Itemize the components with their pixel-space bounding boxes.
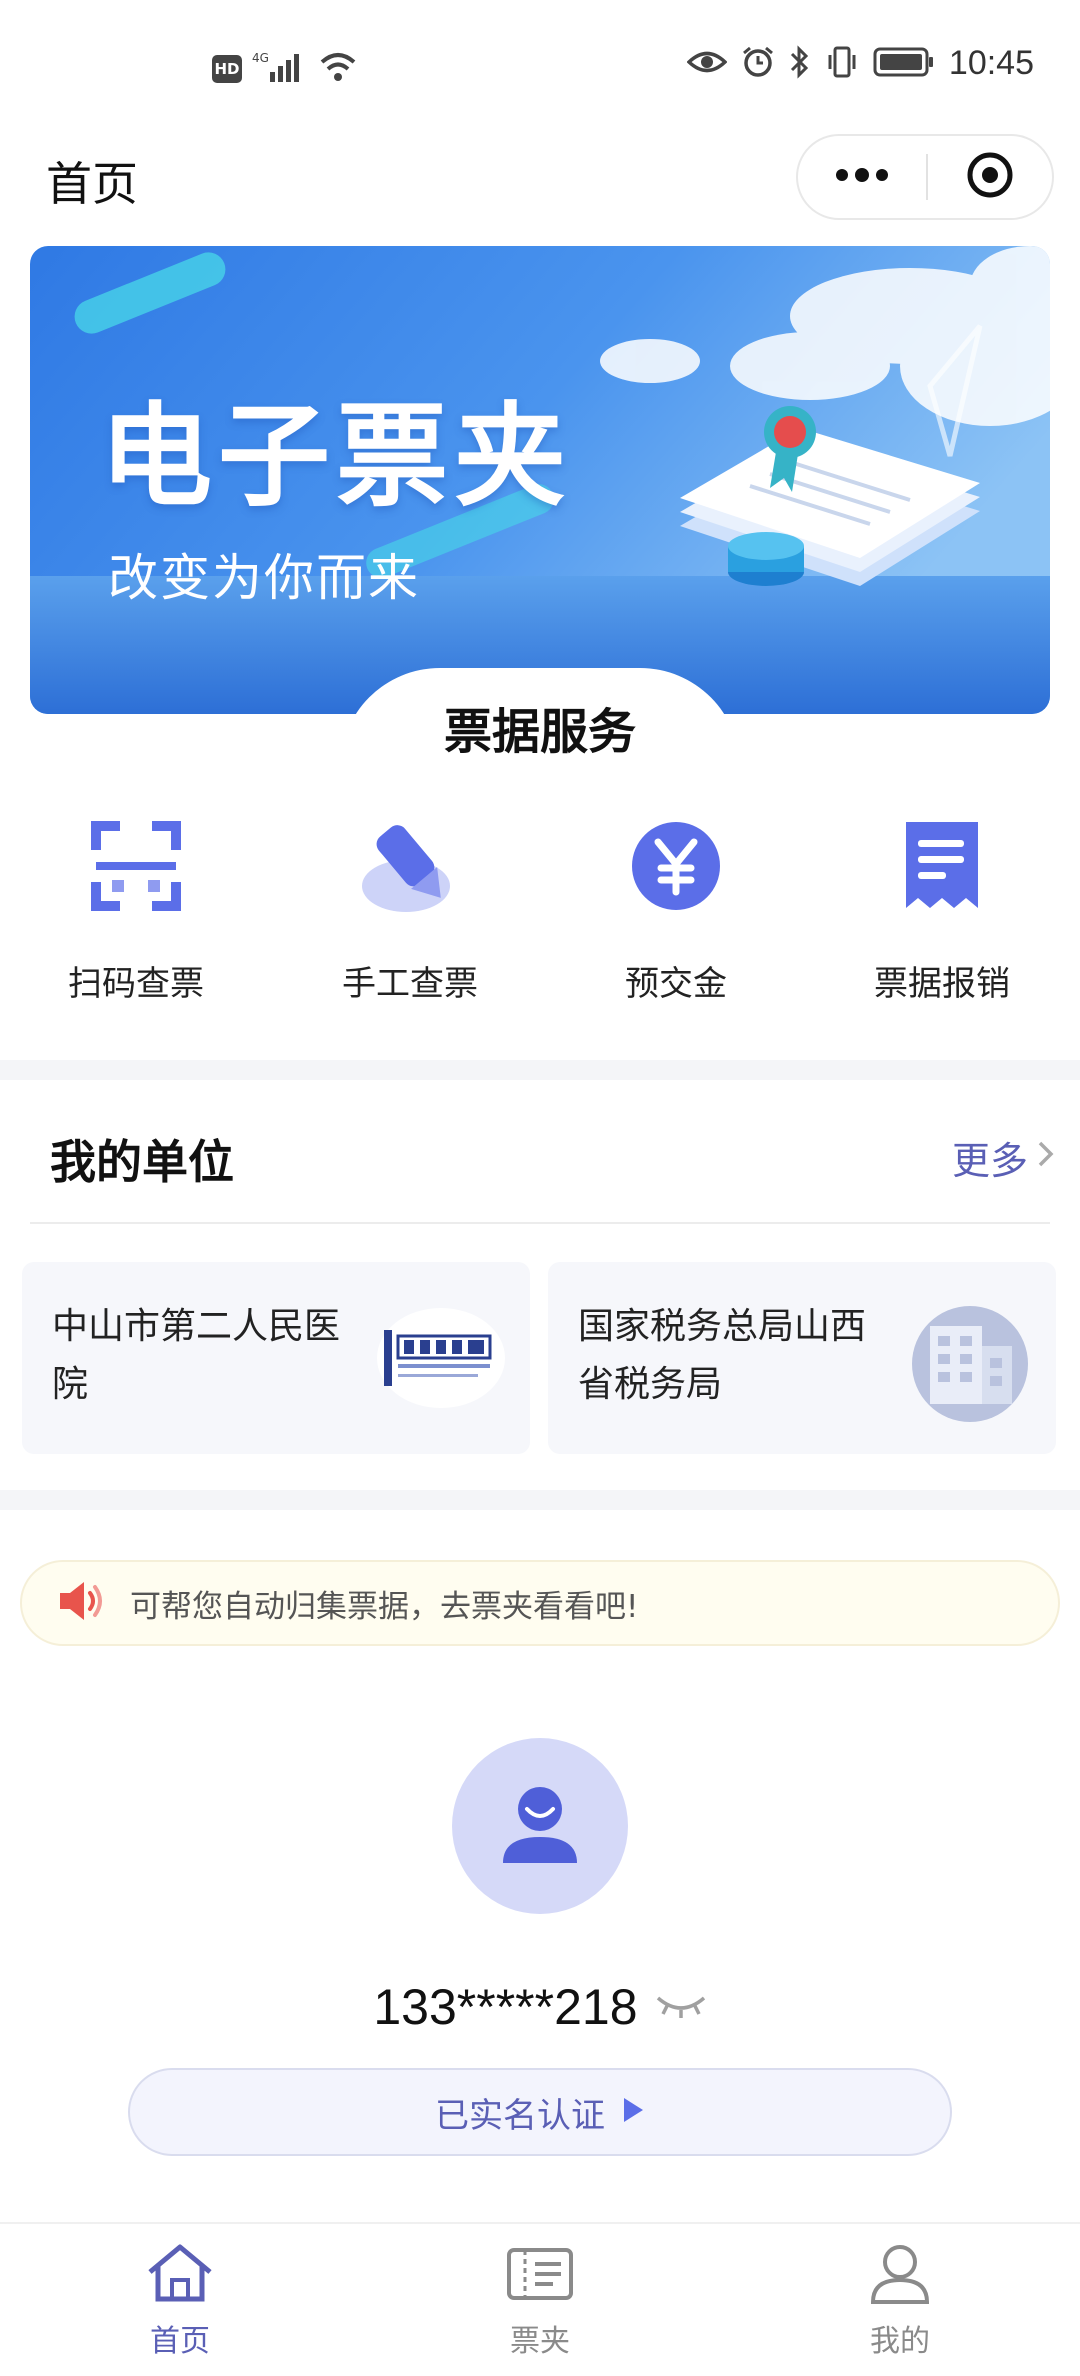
ticket-folder-icon <box>505 2248 575 2308</box>
bottom-tab-bar: 首页 票夹 我的 <box>0 2222 1080 2376</box>
tab-ticket-folder[interactable]: 票夹 <box>440 2242 640 2360</box>
home-icon <box>145 2244 215 2308</box>
section-divider <box>0 1490 1080 1510</box>
play-arrow-icon <box>621 2095 645 2129</box>
banner-title: 电子票夹 <box>100 392 572 522</box>
unit-card[interactable]: 国家税务总局山西省税务局 <box>548 1262 1056 1454</box>
person-icon <box>865 2245 935 2308</box>
notice-text: 可帮您自动归集票据，去票夹看看吧! <box>130 1588 639 1625</box>
service-label: 手工查票 <box>342 964 478 1004</box>
phone-number: 133*****218 <box>373 1979 638 2035</box>
promo-banner[interactable]: 电子票夹 改变为你而来 <box>30 246 1050 714</box>
yen-icon <box>626 816 726 916</box>
pencil-icon <box>360 816 460 916</box>
status-left: HD 4G <box>212 50 358 88</box>
status-bar: HD 4G 10:45 <box>0 0 1080 130</box>
mini-program-capsule <box>796 134 1054 220</box>
service-scan-query[interactable]: 扫码查票 <box>26 816 246 1005</box>
avatar[interactable] <box>452 1738 628 1914</box>
wifi-icon <box>318 50 358 88</box>
service-label: 票据报销 <box>874 964 1010 1004</box>
units-title: 我的单位 <box>50 1135 234 1189</box>
phone-row: 133*****218 <box>0 1978 1080 2036</box>
speaker-icon <box>56 1579 106 1627</box>
unit-name: 国家税务总局山西省税务局 <box>578 1306 867 1405</box>
target-icon <box>965 150 1015 204</box>
status-right: 10:45 <box>686 44 1034 83</box>
banner-subtitle: 改变为你而来 <box>108 549 420 607</box>
services-grid: 扫码查票 手工查票 预交金 票据报销 <box>0 816 1080 1016</box>
hospital-logo <box>374 1302 508 1414</box>
vibrate-icon <box>825 45 859 83</box>
closed-eye-icon[interactable] <box>655 1992 707 2022</box>
tab-mine[interactable]: 我的 <box>800 2242 1000 2360</box>
unit-card[interactable]: 中山市第二人民医院 <box>22 1262 530 1454</box>
service-prepayment[interactable]: 预交金 <box>566 816 786 1005</box>
section-divider <box>0 1060 1080 1080</box>
service-label: 预交金 <box>625 964 727 1004</box>
chevron-right-icon <box>1036 1136 1056 1180</box>
clock-time: 10:45 <box>948 44 1034 82</box>
verification-status-button[interactable]: 已实名认证 <box>128 2068 952 2156</box>
verify-label: 已实名认证 <box>435 2095 605 2136</box>
service-reimbursement[interactable]: 票据报销 <box>832 816 1052 1005</box>
scan-icon <box>86 816 186 916</box>
tab-label: 我的 <box>870 2324 930 2359</box>
hd-badge: HD <box>212 55 242 83</box>
more-dots-icon <box>834 167 890 187</box>
battery-icon <box>873 46 935 82</box>
page-title: 首页 <box>46 157 138 211</box>
service-manual-query[interactable]: 手工查票 <box>300 816 520 1005</box>
building-icon <box>900 1302 1034 1422</box>
bluetooth-icon <box>789 44 811 83</box>
tab-label: 首页 <box>150 2324 210 2359</box>
tab-home[interactable]: 首页 <box>80 2242 280 2360</box>
svg-text:4G: 4G <box>252 51 269 65</box>
user-avatar-icon <box>495 1779 585 1873</box>
unit-name: 中山市第二人民医院 <box>52 1306 341 1405</box>
tab-label: 票夹 <box>510 2324 570 2359</box>
services-title: 票据服务 <box>443 704 636 760</box>
signal-icon: 4G <box>252 50 308 88</box>
units-more-link[interactable]: 更多 <box>952 1130 1056 1185</box>
close-mini-program-button[interactable] <box>928 136 1052 218</box>
more-label: 更多 <box>951 1139 1028 1183</box>
service-label: 扫码查票 <box>68 964 204 1004</box>
alarm-icon <box>741 45 775 83</box>
more-options-button[interactable] <box>798 136 926 218</box>
notice-bar[interactable]: 可帮您自动归集票据，去票夹看看吧! <box>20 1560 1060 1646</box>
receipt-icon <box>892 816 992 916</box>
eye-icon <box>686 47 728 81</box>
units-divider <box>30 1222 1050 1224</box>
